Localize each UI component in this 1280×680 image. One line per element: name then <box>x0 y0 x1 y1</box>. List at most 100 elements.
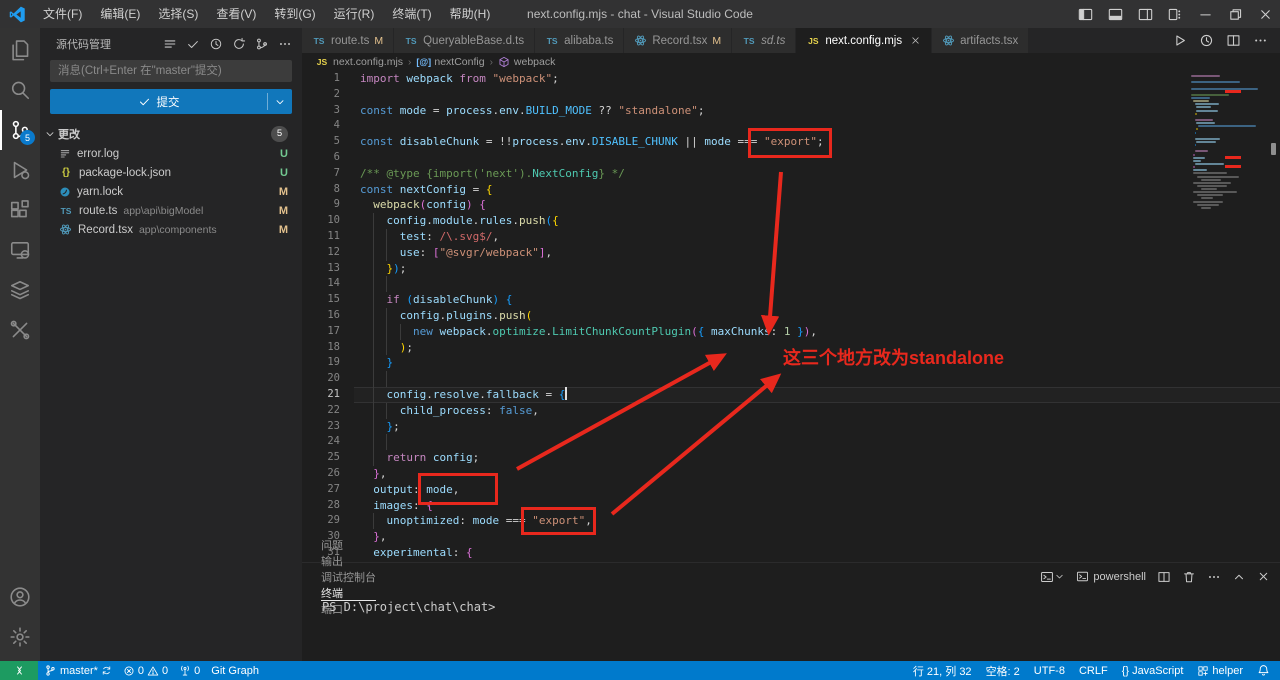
scrollbar-marker[interactable] <box>1271 143 1276 155</box>
problems-status[interactable]: 0 0 <box>123 665 168 677</box>
remote-indicator[interactable] <box>0 661 38 680</box>
code-line-2[interactable]: 2 <box>302 87 1280 103</box>
scm-graph-icon[interactable] <box>255 37 269 51</box>
code-line-26[interactable]: 26 }, <box>302 466 1280 482</box>
tab-sd.ts[interactable]: TSsd.ts <box>732 28 796 53</box>
code-line-22[interactable]: 22 child_process: false, <box>302 403 1280 419</box>
new-terminal-icon[interactable] <box>1040 570 1065 584</box>
code-line-15[interactable]: 15 if (disableChunk) { <box>302 292 1280 308</box>
split-terminal-icon[interactable] <box>1157 570 1171 584</box>
menu-item-1[interactable]: 编辑(E) <box>91 0 149 28</box>
code-line-13[interactable]: 13 }); <box>302 261 1280 277</box>
code-line-10[interactable]: 10 config.module.rules.push({ <box>302 213 1280 229</box>
menu-item-3[interactable]: 查看(V) <box>207 0 265 28</box>
commit-message-input[interactable] <box>50 60 292 82</box>
scm-history-icon[interactable] <box>209 37 223 51</box>
minimap[interactable] <box>1191 75 1265 210</box>
scm-file-route.ts[interactable]: TSroute.tsapp\api\bigModelM <box>40 201 302 220</box>
code-line-28[interactable]: 28 images: { <box>302 498 1280 514</box>
branch-status[interactable]: master* <box>44 664 112 677</box>
scm-file-package-lock.json[interactable]: {}package-lock.jsonU <box>40 163 302 182</box>
changes-section-header[interactable]: 更改 5 <box>40 123 302 144</box>
editor-action-history-icon[interactable] <box>1199 33 1214 48</box>
code-line-21[interactable]: 21 config.resolve.fallback = { <box>302 387 1280 403</box>
close-tab-icon[interactable] <box>910 35 921 46</box>
editor-action-run-icon[interactable] <box>1172 33 1187 48</box>
panel-more-icon[interactable] <box>1207 570 1221 584</box>
code-line-18[interactable]: 18 ); <box>302 340 1280 356</box>
tab-QueryableBase.d.ts[interactable]: TSQueryableBase.d.ts <box>394 28 535 53</box>
kill-terminal-icon[interactable] <box>1182 570 1196 584</box>
menu-item-4[interactable]: 转到(G) <box>265 0 324 28</box>
scm-file-Record.tsx[interactable]: Record.tsxapp\componentsM <box>40 220 302 239</box>
activity-explorer-icon[interactable] <box>0 30 40 70</box>
activity-tools-icon[interactable] <box>0 310 40 350</box>
scm-more-icon[interactable] <box>278 37 292 51</box>
code-line-20[interactable]: 20 <box>302 371 1280 387</box>
code-line-19[interactable]: 19 } <box>302 355 1280 371</box>
minimize-button[interactable] <box>1190 0 1220 28</box>
extension-status[interactable]: helper <box>1197 665 1243 677</box>
restore-button[interactable] <box>1220 0 1250 28</box>
code-editor[interactable]: 1import webpack from "webpack";23const m… <box>302 71 1280 562</box>
code-line-24[interactable]: 24 <box>302 434 1280 450</box>
activity-account-icon[interactable] <box>0 577 40 617</box>
tab-next.config.mjs[interactable]: JSnext.config.mjs <box>796 28 932 53</box>
code-line-5[interactable]: 5const disableChunk = !!process.env.DISA… <box>302 134 1280 150</box>
close-window-button[interactable] <box>1250 0 1280 28</box>
breadcrumb-next.config.mjs[interactable]: JSnext.config.mjs <box>315 56 403 68</box>
close-panel-icon[interactable] <box>1257 570 1270 583</box>
layout-sidebar-icon[interactable] <box>1070 0 1100 28</box>
activity-search-icon[interactable] <box>0 70 40 110</box>
editor-action-more-icon[interactable] <box>1253 33 1268 48</box>
activity-layers-icon[interactable] <box>0 270 40 310</box>
code-line-7[interactable]: 7/** @type {import('next').NextConfig} *… <box>302 166 1280 182</box>
scm-view-as-list-icon[interactable] <box>163 37 177 51</box>
menu-item-5[interactable]: 运行(R) <box>325 0 384 28</box>
indentation[interactable]: 空格: 2 <box>986 663 1020 679</box>
layout-secondary-sidebar-icon[interactable] <box>1130 0 1160 28</box>
menu-item-2[interactable]: 选择(S) <box>149 0 207 28</box>
terminal-content[interactable]: PS D:\project\chat\chat> <box>302 590 1280 614</box>
scm-check-icon[interactable] <box>186 37 200 51</box>
tab-Record.tsx[interactable]: Record.tsxM <box>624 28 732 53</box>
code-line-6[interactable]: 6 <box>302 150 1280 166</box>
code-line-1[interactable]: 1import webpack from "webpack"; <box>302 71 1280 87</box>
code-line-14[interactable]: 14 <box>302 276 1280 292</box>
activity-remote-explorer-icon[interactable] <box>0 230 40 270</box>
code-line-23[interactable]: 23 }; <box>302 419 1280 435</box>
activity-settings-icon[interactable] <box>0 617 40 657</box>
code-line-8[interactable]: 8const nextConfig = { <box>302 182 1280 198</box>
tab-alibaba.ts[interactable]: TSalibaba.ts <box>535 28 624 53</box>
panel-tab-调试控制台[interactable]: 调试控制台 <box>321 569 376 585</box>
code-line-31[interactable]: 31 experimental: { <box>302 545 1280 561</box>
tab-route.ts[interactable]: TSroute.tsM <box>302 28 394 53</box>
code-line-30[interactable]: 30 }, <box>302 529 1280 545</box>
notifications-bell[interactable] <box>1257 664 1270 677</box>
tab-artifacts.tsx[interactable]: artifacts.tsx <box>932 28 1029 53</box>
code-line-12[interactable]: 12 use: ["@svgr/webpack"], <box>302 245 1280 261</box>
code-line-3[interactable]: 3const mode = process.env.BUILD_MODE ?? … <box>302 103 1280 119</box>
commit-button[interactable]: 提交 <box>50 89 292 114</box>
code-line-16[interactable]: 16 config.plugins.push( <box>302 308 1280 324</box>
activity-run-debug-icon[interactable] <box>0 150 40 190</box>
code-line-11[interactable]: 11 test: /\.svg$/, <box>302 229 1280 245</box>
code-line-27[interactable]: 27 output: mode, <box>302 482 1280 498</box>
scm-file-error.log[interactable]: error.logU <box>40 144 302 163</box>
editor-action-split-icon[interactable] <box>1226 33 1241 48</box>
activity-extensions-icon[interactable] <box>0 190 40 230</box>
encoding[interactable]: UTF-8 <box>1034 665 1065 677</box>
terminal-instance[interactable]: powershell <box>1076 570 1146 583</box>
code-line-17[interactable]: 17 new webpack.optimize.LimitChunkCountP… <box>302 324 1280 340</box>
layout-customize-icon[interactable] <box>1160 0 1190 28</box>
activity-source-control-icon[interactable]: 5 <box>0 110 40 150</box>
git-graph-button[interactable]: Git Graph <box>211 665 259 677</box>
menu-item-6[interactable]: 终端(T) <box>383 0 440 28</box>
menu-item-7[interactable]: 帮助(H) <box>441 0 500 28</box>
scm-refresh-icon[interactable] <box>232 37 246 51</box>
code-line-9[interactable]: 9 webpack(config) { <box>302 197 1280 213</box>
code-line-25[interactable]: 25 return config; <box>302 450 1280 466</box>
code-line-4[interactable]: 4 <box>302 118 1280 134</box>
code-line-29[interactable]: 29 unoptimized: mode === "export", <box>302 513 1280 529</box>
commit-dropdown[interactable] <box>268 89 292 114</box>
